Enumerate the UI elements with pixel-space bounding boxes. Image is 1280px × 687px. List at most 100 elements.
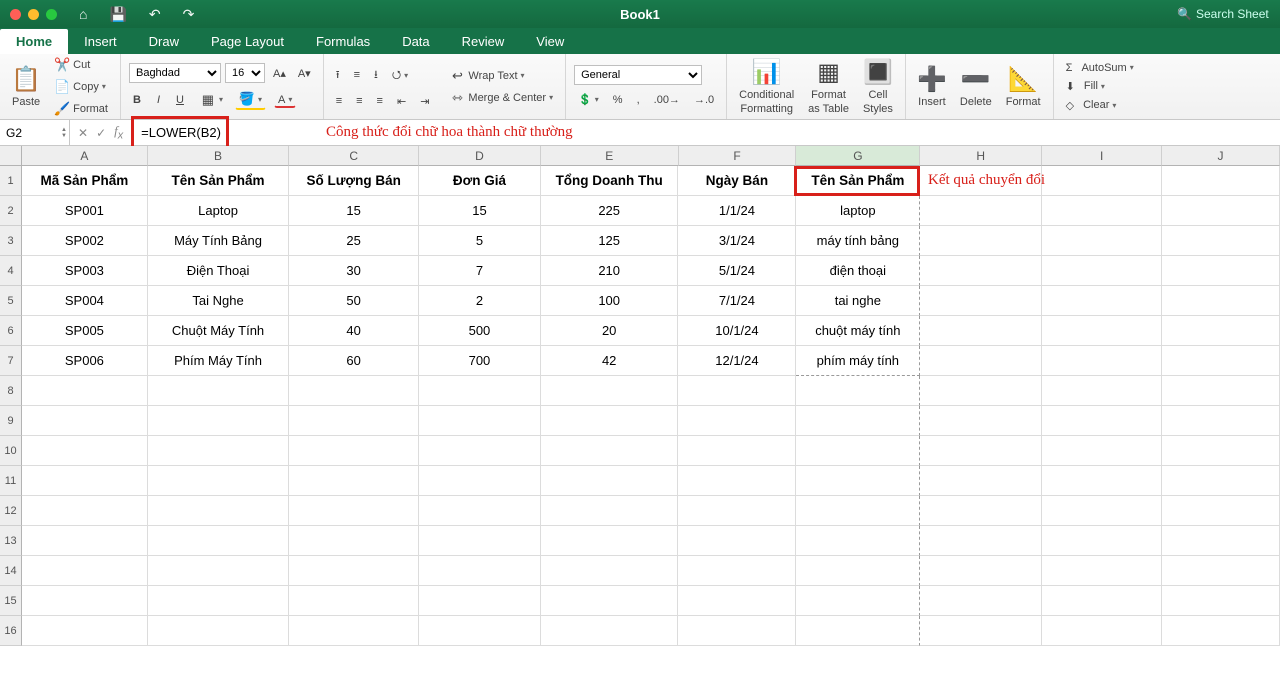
comma-button[interactable]: , (633, 91, 644, 108)
percent-button[interactable]: % (609, 91, 627, 108)
cell[interactable] (22, 616, 148, 646)
cell[interactable] (148, 586, 290, 616)
cell[interactable] (796, 376, 920, 406)
align-center-button[interactable]: ≡ (352, 93, 366, 110)
cell[interactable] (541, 556, 679, 586)
cell[interactable]: Chuột Máy Tính (148, 316, 290, 346)
cell[interactable]: Tổng Doanh Thu (541, 166, 679, 196)
cell[interactable] (1162, 556, 1280, 586)
cell[interactable]: 30 (289, 256, 419, 286)
cell[interactable] (419, 586, 541, 616)
cell[interactable]: Máy Tính Bảng (148, 226, 290, 256)
column-header[interactable]: I (1042, 146, 1162, 166)
tab-insert[interactable]: Insert (68, 29, 133, 54)
cell[interactable] (1162, 496, 1280, 526)
insert-cells-button[interactable]: ➕Insert (914, 64, 950, 110)
cell[interactable] (148, 466, 290, 496)
cell[interactable] (678, 526, 796, 556)
indent-decrease-button[interactable]: ⇤ (393, 93, 410, 110)
font-size-select[interactable]: 16 (225, 63, 265, 83)
cell[interactable] (541, 616, 679, 646)
cell[interactable]: SP002 (22, 226, 148, 256)
cell[interactable] (920, 526, 1042, 556)
cell[interactable]: Tên Sản Phẩm (148, 166, 290, 196)
cell[interactable] (796, 436, 920, 466)
cell[interactable]: tai nghe (796, 286, 920, 316)
cell[interactable] (1162, 196, 1280, 226)
cell[interactable]: 2 (419, 286, 541, 316)
undo-icon[interactable]: ↶ (145, 4, 165, 25)
cell[interactable]: SP001 (22, 196, 148, 226)
tab-formulas[interactable]: Formulas (300, 29, 386, 54)
cell[interactable]: 7 (419, 256, 541, 286)
cell[interactable] (920, 286, 1042, 316)
cell[interactable] (148, 496, 290, 526)
cell[interactable] (541, 526, 679, 556)
cell[interactable] (419, 466, 541, 496)
cell[interactable]: 5 (419, 226, 541, 256)
cell[interactable] (920, 616, 1042, 646)
row-header[interactable]: 13 (0, 526, 22, 556)
cell[interactable]: Laptop (148, 196, 290, 226)
cell[interactable] (796, 466, 920, 496)
column-header[interactable]: A (22, 146, 148, 166)
cell[interactable] (920, 376, 1042, 406)
underline-button[interactable]: U (172, 92, 188, 108)
cut-button[interactable]: ✂️Cut (50, 55, 112, 75)
cell[interactable] (541, 586, 679, 616)
border-button[interactable]: ▦ (196, 90, 227, 110)
cell[interactable]: 700 (419, 346, 541, 376)
cell[interactable] (289, 586, 419, 616)
cell[interactable] (22, 406, 148, 436)
enter-formula-button[interactable]: ✓ (96, 126, 106, 140)
search-sheet[interactable]: 🔍 (1177, 7, 1276, 21)
cell[interactable] (920, 346, 1042, 376)
cell[interactable] (678, 406, 796, 436)
decrease-font-button[interactable]: A▾ (294, 63, 315, 83)
wrap-text-button[interactable]: ↩Wrap Text (445, 66, 557, 86)
cell[interactable] (148, 616, 290, 646)
row-header[interactable]: 9 (0, 406, 22, 436)
cell[interactable] (22, 376, 148, 406)
cell[interactable] (1042, 556, 1162, 586)
cell[interactable]: 1/1/24 (678, 196, 796, 226)
cell[interactable] (22, 556, 148, 586)
row-header[interactable]: 5 (0, 286, 22, 316)
cell[interactable] (289, 496, 419, 526)
cell[interactable]: chuột máy tính (796, 316, 920, 346)
column-header[interactable]: E (541, 146, 679, 166)
formula-input[interactable] (131, 120, 1280, 145)
increase-decimal-button[interactable]: .00→ (650, 91, 684, 108)
column-header[interactable]: F (679, 146, 797, 166)
cell[interactable] (541, 466, 679, 496)
cell[interactable] (148, 436, 290, 466)
cell[interactable] (920, 406, 1042, 436)
align-bottom-button[interactable]: ⭳ (370, 64, 382, 87)
cell[interactable] (920, 556, 1042, 586)
cell[interactable]: Đơn Giá (419, 166, 541, 196)
cell[interactable]: 225 (541, 196, 679, 226)
column-header[interactable]: C (289, 146, 419, 166)
cell[interactable] (796, 526, 920, 556)
cell[interactable]: Số Lượng Bán (289, 166, 419, 196)
cell[interactable] (1042, 436, 1162, 466)
cell[interactable] (419, 376, 541, 406)
cell[interactable]: điện thoại (796, 256, 920, 286)
cell[interactable] (1162, 286, 1280, 316)
cell[interactable]: 15 (289, 196, 419, 226)
indent-increase-button[interactable]: ⇥ (416, 93, 433, 110)
cell[interactable]: laptop (796, 196, 920, 226)
tab-draw[interactable]: Draw (133, 29, 195, 54)
fill-button[interactable]: ⬇ Fill (1062, 78, 1138, 95)
cell[interactable]: 12/1/24 (678, 346, 796, 376)
row-header[interactable]: 7 (0, 346, 22, 376)
italic-button[interactable]: I (153, 92, 164, 108)
cell[interactable]: phím máy tính (796, 346, 920, 376)
name-box[interactable]: G2 ▲▼ (0, 120, 70, 145)
cell[interactable]: máy tính bảng (796, 226, 920, 256)
cell[interactable] (289, 526, 419, 556)
orientation-button[interactable]: ⭯ (388, 64, 412, 87)
cell[interactable] (22, 436, 148, 466)
paste-button[interactable]: 📋Paste (8, 64, 44, 110)
minimize-window[interactable] (28, 9, 39, 20)
